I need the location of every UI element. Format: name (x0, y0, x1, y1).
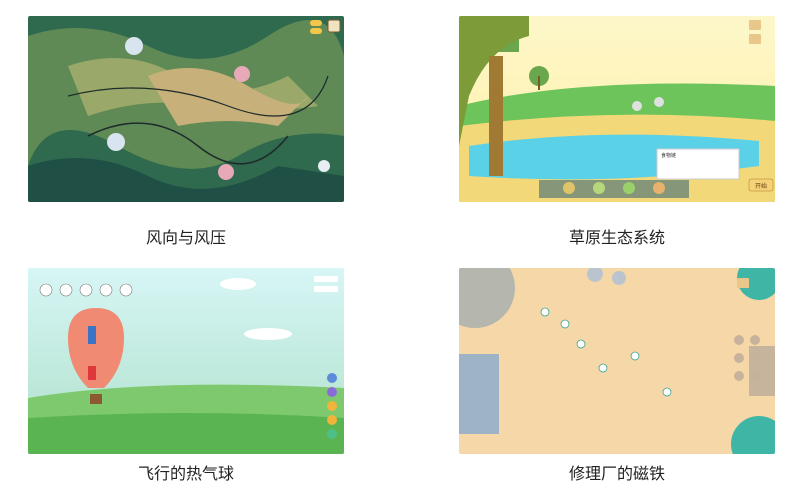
card-title-balloon[interactable]: 飞行的热气球 (28, 460, 344, 484)
cloud-icon (220, 278, 256, 290)
tool-icon (327, 415, 337, 425)
svg-text:开始: 开始 (755, 182, 767, 190)
card-title-grassland[interactable]: 草原生态系统 (459, 224, 775, 248)
slot-icon (750, 371, 760, 381)
arrow-up-icon (88, 326, 96, 344)
species-icon (563, 182, 575, 194)
settings-icon (749, 34, 761, 44)
pressure-node-icon (218, 164, 234, 180)
species-icon (653, 182, 665, 194)
gauge-balloon-temp-icon (59, 283, 73, 297)
animal-hotspot-icon (632, 101, 642, 111)
slot-icon (734, 371, 744, 381)
slot-icon (750, 353, 760, 363)
card-title-wind[interactable]: 风向与风压 (28, 224, 344, 248)
card-grassland-ecosystem[interactable]: 食物链 开始 (459, 16, 775, 202)
card-hot-air-balloon[interactable] (28, 268, 344, 454)
gauge-buoyancy-icon (79, 283, 93, 297)
compass-icon (540, 307, 550, 317)
slot-icon (734, 353, 744, 363)
wind-map-scene (28, 16, 344, 202)
animal-hotspot-icon (654, 97, 664, 107)
tool-icon (327, 387, 337, 397)
arrow-down-icon (88, 366, 96, 380)
pressure-node-icon (234, 66, 250, 82)
start-button: 开始 (748, 178, 774, 192)
speed-readout (314, 286, 338, 292)
wind-pressure-toggle (310, 28, 322, 34)
food-chain-dialog: 食物链 (656, 148, 740, 180)
tool-icon (327, 429, 337, 439)
magnet-scene (459, 268, 775, 454)
cloud-icon (244, 328, 292, 340)
slot-icon (750, 335, 760, 345)
gear-icon (612, 271, 626, 285)
wind-level-toggle (310, 20, 322, 26)
compass-icon (630, 351, 640, 361)
dialog-title: 食物链 (661, 152, 676, 159)
menu-icon (737, 278, 749, 288)
cloud-icon (107, 133, 125, 151)
menu-icon (749, 20, 761, 30)
compass-icon (560, 319, 570, 329)
slot-icon (734, 335, 744, 345)
species-icon (593, 182, 605, 194)
compass-icon (662, 387, 672, 397)
tool-icon (327, 373, 337, 383)
tool-icon (327, 401, 337, 411)
card-magnet-repair[interactable] (459, 268, 775, 454)
altitude-readout (314, 276, 338, 282)
card-title-magnet[interactable]: 修理厂的磁铁 (459, 460, 775, 484)
gauge-air-temp-icon (39, 283, 53, 297)
balloon-scene (28, 268, 344, 454)
species-icon (623, 182, 635, 194)
compass-icon (598, 363, 608, 373)
compass-icon (576, 339, 586, 349)
cloud-icon (125, 37, 143, 55)
basket-icon (90, 394, 102, 404)
machine-panel (459, 354, 499, 434)
compass-icon (318, 160, 330, 172)
menu-icon (327, 19, 341, 33)
card-wind-pressure[interactable] (28, 16, 344, 202)
grassland-scene: 食物链 开始 (459, 16, 775, 202)
gauge-weight-icon (99, 283, 113, 297)
gauge-time-icon (119, 283, 133, 297)
